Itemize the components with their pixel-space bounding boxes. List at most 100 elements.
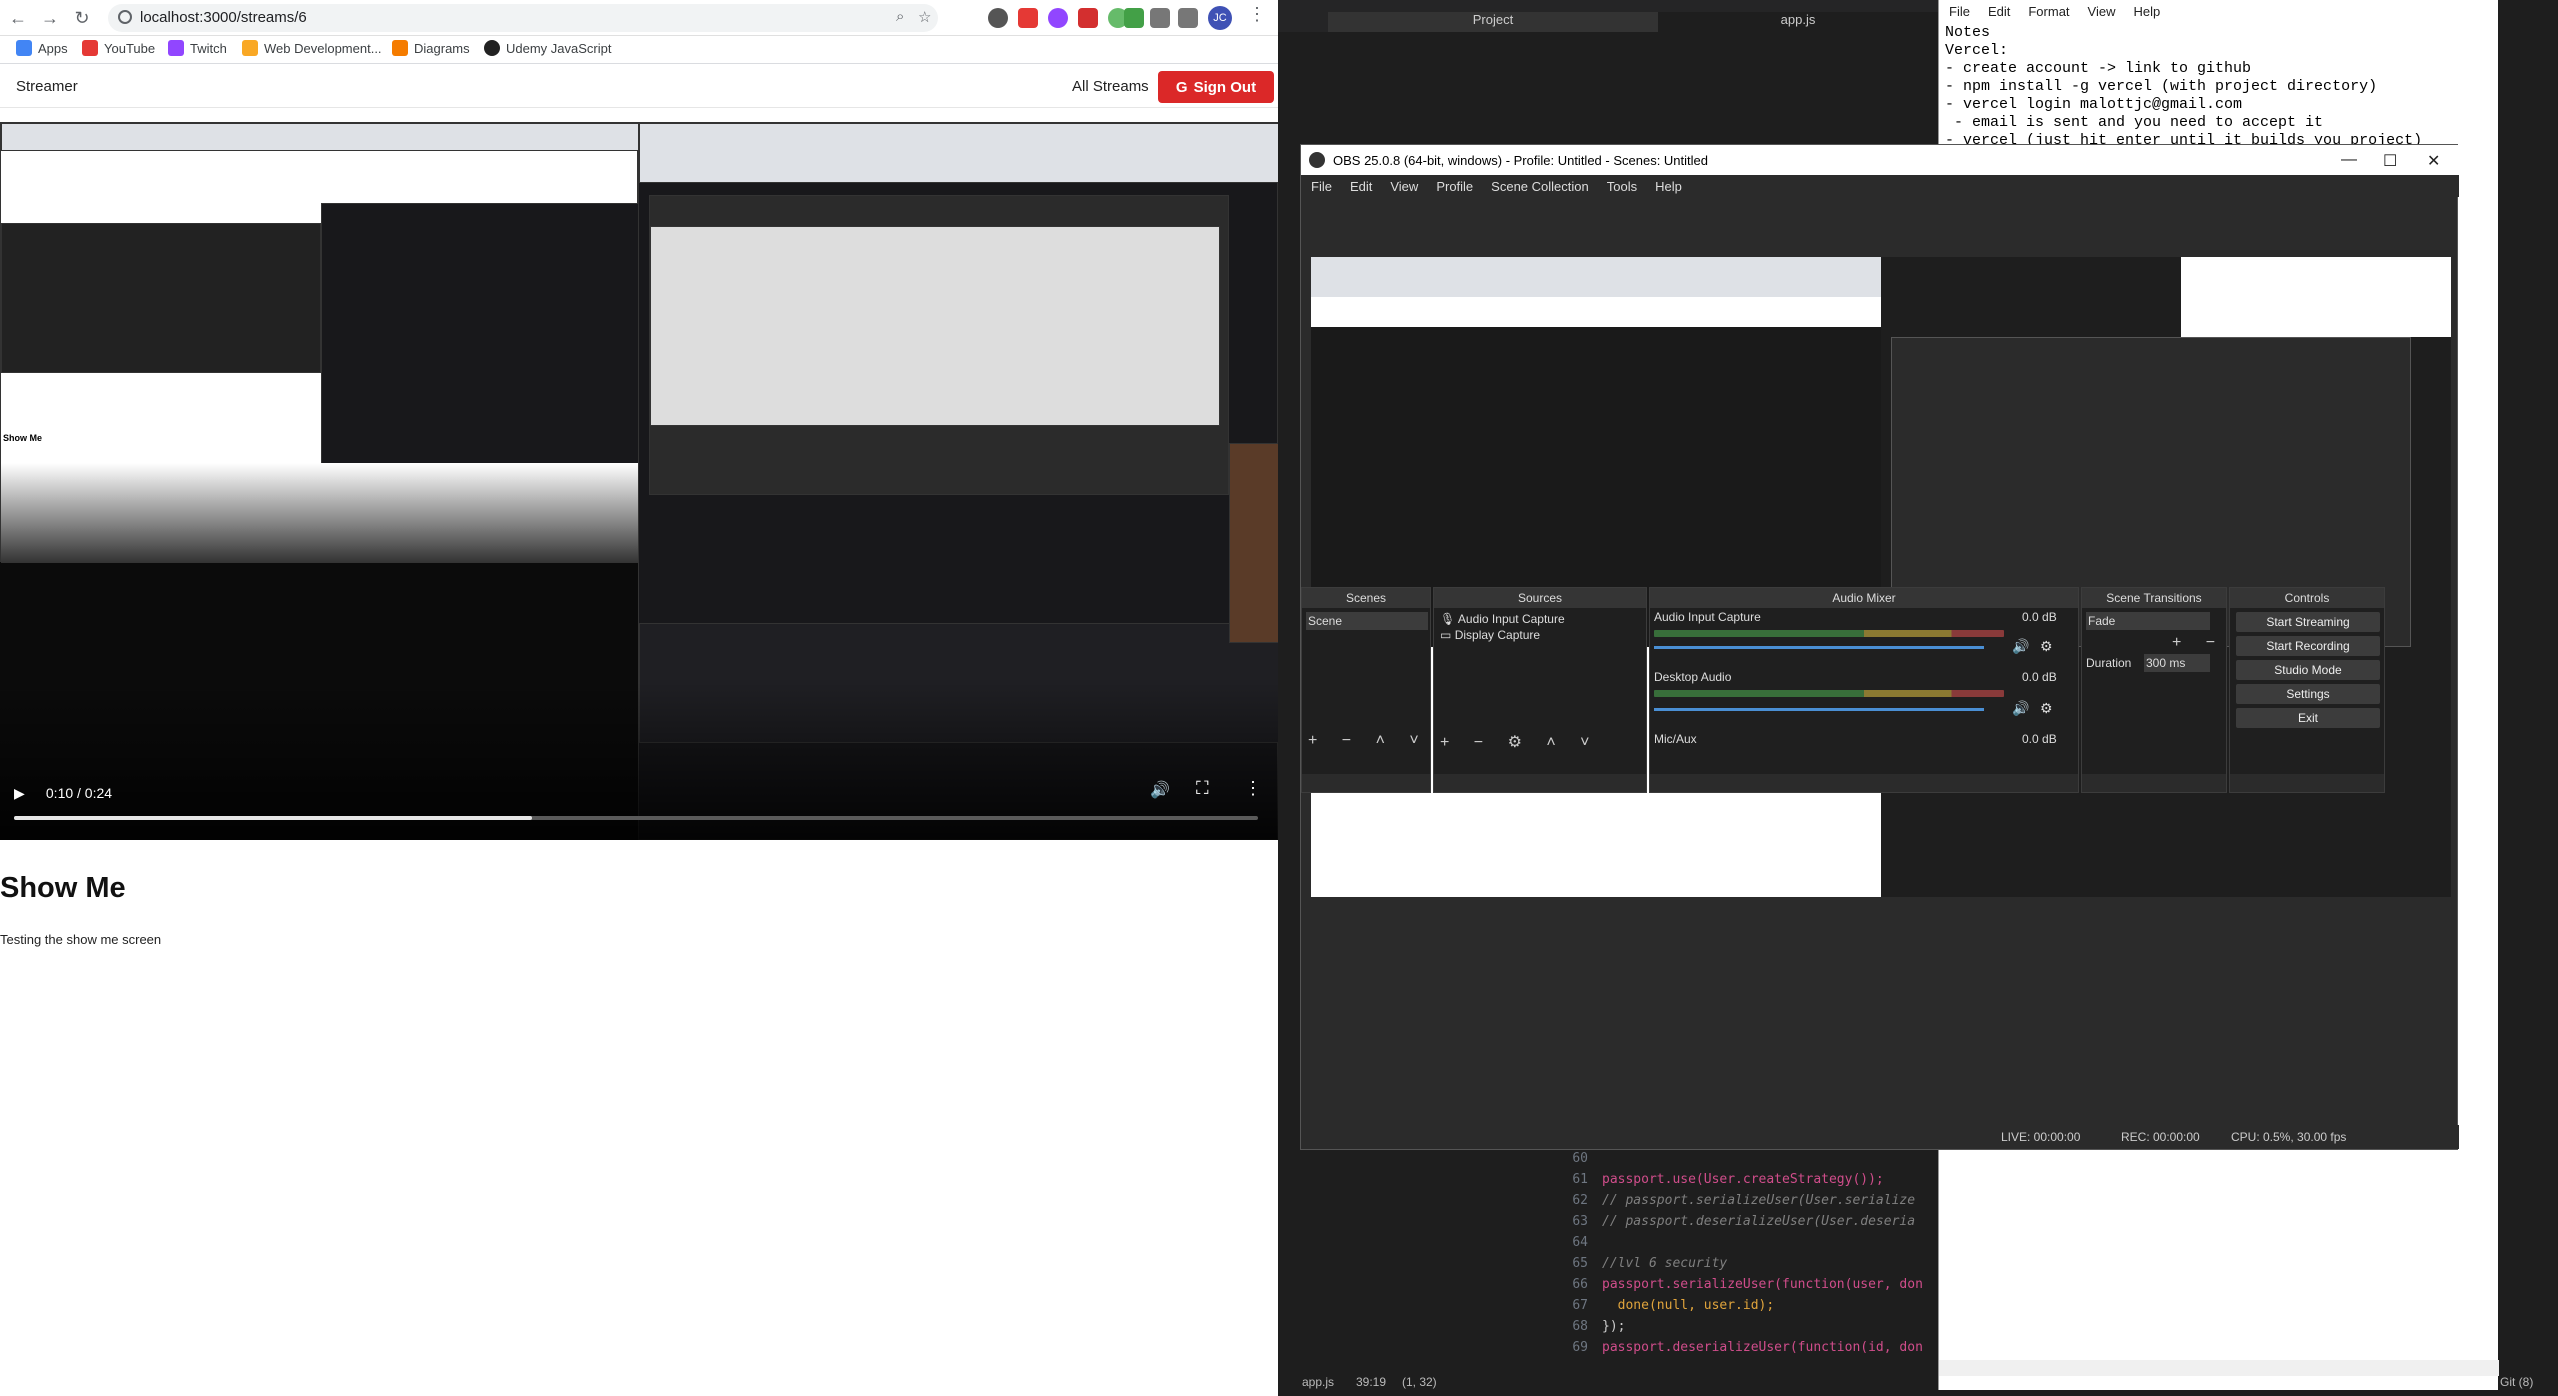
- settings-button[interactable]: Settings: [2236, 684, 2380, 704]
- stream-description: Testing the show me screen: [0, 932, 162, 947]
- play-icon[interactable]: ▶: [14, 785, 28, 802]
- menu-help[interactable]: Help: [2133, 4, 2160, 19]
- bookmark-webdev[interactable]: Web Development...: [242, 40, 382, 56]
- obs-menu-view[interactable]: View: [1390, 179, 1418, 194]
- captured-player: [1, 463, 639, 563]
- star-icon[interactable]: ☆: [918, 8, 931, 26]
- avatar[interactable]: JC: [1208, 6, 1232, 30]
- obs-menubar: File Edit View Profile Scene Collection …: [1301, 175, 2459, 197]
- sources-title: Sources: [1434, 588, 1646, 608]
- source-add-remove-move[interactable]: + − ⚙ ˄ ˅: [1440, 732, 1600, 752]
- bookmark-apps[interactable]: Apps: [16, 40, 68, 56]
- bookmark-icon: [242, 40, 258, 56]
- menu-icon[interactable]: ⋮: [1248, 4, 1266, 25]
- status-cursor[interactable]: 39:19: [1356, 1375, 1386, 1389]
- obs-menu-edit[interactable]: Edit: [1350, 179, 1372, 194]
- youtube-ext-icon[interactable]: [1018, 8, 1038, 28]
- obs-menu-profile[interactable]: Profile: [1436, 179, 1473, 194]
- media-icon[interactable]: [1178, 8, 1198, 28]
- close-icon[interactable]: ✕: [2427, 151, 2440, 171]
- stream-video-player[interactable]: Show Me ▶ 0:10 / 0:24 🔊 ⛶ ⋮: [0, 122, 1278, 840]
- gear-icon[interactable]: ⚙: [2040, 700, 2053, 717]
- captured-frame: [1, 223, 321, 373]
- obs-preview[interactable]: Show Me Testing the show me screen: [1311, 257, 2451, 897]
- menu-view[interactable]: View: [2088, 4, 2116, 19]
- monitor-icon: ▭: [1440, 628, 1452, 642]
- back-icon[interactable]: ←: [6, 6, 30, 30]
- bookmark-udemy[interactable]: Udemy JavaScript: [484, 40, 611, 56]
- code-line: 67 done(null, user.id);: [1572, 1298, 1775, 1313]
- brand-link[interactable]: Streamer: [16, 78, 78, 95]
- volume-slider[interactable]: [1654, 646, 1984, 649]
- mixer-channel-db: 0.0 dB: [2022, 670, 2057, 684]
- tab-project[interactable]: Project: [1328, 12, 1658, 32]
- volume-icon[interactable]: 🔊: [1150, 780, 1170, 800]
- scene-item[interactable]: Scene: [1306, 612, 1428, 630]
- scenes-dock: Scenes Scene + − ˄ ˅: [1301, 587, 1431, 793]
- youtube-icon: [82, 40, 98, 56]
- source-item[interactable]: ▭ Display Capture: [1440, 628, 1540, 642]
- start-streaming-button[interactable]: Start Streaming: [2236, 612, 2380, 632]
- menu-file[interactable]: File: [1949, 4, 1970, 19]
- twitch-ext-icon[interactable]: [1048, 8, 1068, 28]
- transition-select[interactable]: Fade: [2086, 612, 2210, 630]
- code-line: 66 passport.serializeUser(function(user, …: [1572, 1277, 1923, 1292]
- sign-out-button[interactable]: G Sign Out: [1158, 71, 1274, 103]
- bookmark-diagrams[interactable]: Diagrams: [392, 40, 470, 56]
- tab-app-js[interactable]: app.js: [1658, 12, 1938, 32]
- extension-icon[interactable]: [988, 8, 1008, 28]
- video-progress-bar[interactable]: [14, 816, 1258, 820]
- captured-preview: [650, 226, 1220, 426]
- menu-edit[interactable]: Edit: [1988, 4, 2010, 19]
- bookmark-twitch[interactable]: Twitch: [168, 40, 227, 56]
- code-line: 63// passport.deserializeUser(User.deser…: [1572, 1214, 1916, 1229]
- extension-icon[interactable]: [1078, 8, 1098, 28]
- obs-menu-tools[interactable]: Tools: [1607, 179, 1637, 194]
- notepad-scrollbar[interactable]: [1939, 1360, 2499, 1376]
- speaker-icon[interactable]: 🔊: [2012, 638, 2029, 655]
- minimize-icon[interactable]: —: [2341, 151, 2357, 169]
- obs-menu-file[interactable]: File: [1311, 179, 1332, 194]
- studio-mode-button[interactable]: Studio Mode: [2236, 660, 2380, 680]
- captured-frame: [321, 203, 639, 503]
- notepad-text[interactable]: Notes Vercel: - create account -> link t…: [1945, 24, 2422, 150]
- all-streams-link[interactable]: All Streams: [1072, 78, 1149, 95]
- scenes-title: Scenes: [1302, 588, 1430, 608]
- speaker-icon[interactable]: 🔊: [2012, 700, 2029, 717]
- fullscreen-icon[interactable]: ⛶: [1196, 778, 1209, 799]
- gear-icon[interactable]: ⚙: [2040, 638, 2053, 655]
- menu-format[interactable]: Format: [2028, 4, 2069, 19]
- status-file[interactable]: app.js: [1302, 1375, 1334, 1389]
- exit-button[interactable]: Exit: [2236, 708, 2380, 728]
- reload-icon[interactable]: ↻: [70, 6, 94, 30]
- obs-menu-scene-collection[interactable]: Scene Collection: [1491, 179, 1589, 194]
- app-header: Streamer All Streams G Sign Out: [0, 66, 1278, 108]
- status-git[interactable]: Git (8): [2500, 1375, 2533, 1389]
- start-recording-button[interactable]: Start Recording: [2236, 636, 2380, 656]
- scene-add-remove-move[interactable]: + − ˄ ˅: [1308, 732, 1429, 750]
- puzzle-icon[interactable]: [1150, 8, 1170, 28]
- scene-transitions-body: Fade + − ⚙ Duration 300 ms: [2082, 608, 2226, 774]
- volume-slider[interactable]: [1654, 708, 1984, 711]
- obs-menu-help[interactable]: Help: [1655, 179, 1682, 194]
- bookmark-youtube[interactable]: YouTube: [82, 40, 155, 56]
- code-line: 60: [1572, 1151, 1588, 1166]
- duration-input[interactable]: 300 ms: [2144, 654, 2210, 672]
- bookmarks-bar: Apps YouTube Twitch Web Development... D…: [0, 36, 1278, 64]
- maximize-icon[interactable]: ☐: [2383, 151, 2397, 171]
- scene-transitions-title: Scene Transitions: [2082, 588, 2226, 608]
- google-icon: G: [1175, 78, 1188, 96]
- code-editor[interactable]: 60 61 passport.use(User.createStrategy())…: [1558, 1148, 1923, 1358]
- obs-logo-icon: [1309, 152, 1325, 168]
- sources-list: 🎙 Audio Input Capture ▭ Display Capture …: [1434, 608, 1646, 774]
- captured-chrome: [639, 123, 1278, 183]
- scene-transitions-dock: Scene Transitions Fade + − ⚙ Duration 30…: [2081, 587, 2227, 793]
- more-options-icon[interactable]: ⋮: [1244, 778, 1262, 799]
- source-item[interactable]: 🎙 Audio Input Capture: [1440, 612, 1565, 626]
- zoom-icon[interactable]: ⌕: [896, 8, 904, 25]
- mixer-channel-db: 0.0 dB: [2022, 732, 2057, 746]
- audio-mixer-title: Audio Mixer: [1650, 588, 2078, 608]
- forward-icon[interactable]: →: [38, 6, 62, 30]
- extension-icon[interactable]: [1124, 8, 1144, 28]
- address-bar[interactable]: localhost:3000/streams/6 ⌕ ☆: [108, 4, 938, 32]
